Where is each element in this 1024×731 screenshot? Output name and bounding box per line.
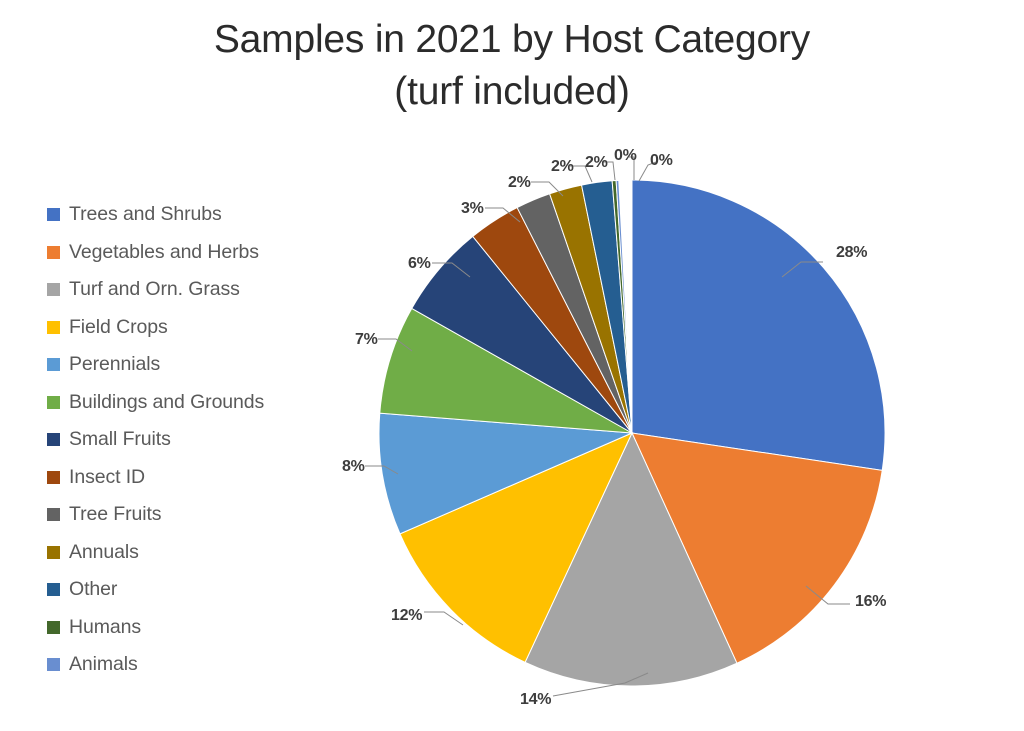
pie-slice-percent-label: 8%	[342, 458, 365, 475]
pie-slice-percent-label: 12%	[391, 607, 423, 624]
pie-slice-percent-label: 28%	[836, 244, 868, 261]
pie-slice-percent-label: 0%	[614, 147, 637, 164]
pie-slice-percent-label: 3%	[461, 200, 484, 217]
pie-chart: 28% 16% 14% 12% 8% 7% 6% 3% 2% 2% 2% 0% 0%	[0, 0, 1024, 731]
pie-slice-percent-label: 6%	[408, 255, 431, 272]
pie-slice-percent-label: 16%	[855, 593, 887, 610]
pie-chart-svg	[365, 156, 886, 697]
pie-slice-percent-label: 7%	[355, 331, 378, 348]
pie-slice-percent-label: 14%	[520, 691, 552, 708]
pie-slice-percent-label: 2%	[508, 174, 531, 191]
pie-slice-percent-label: 2%	[585, 154, 608, 171]
pie-slice-percent-label: 0%	[650, 152, 673, 169]
pie-slice-percent-label: 2%	[551, 158, 574, 175]
pie-slice[interactable]	[631, 179, 886, 471]
